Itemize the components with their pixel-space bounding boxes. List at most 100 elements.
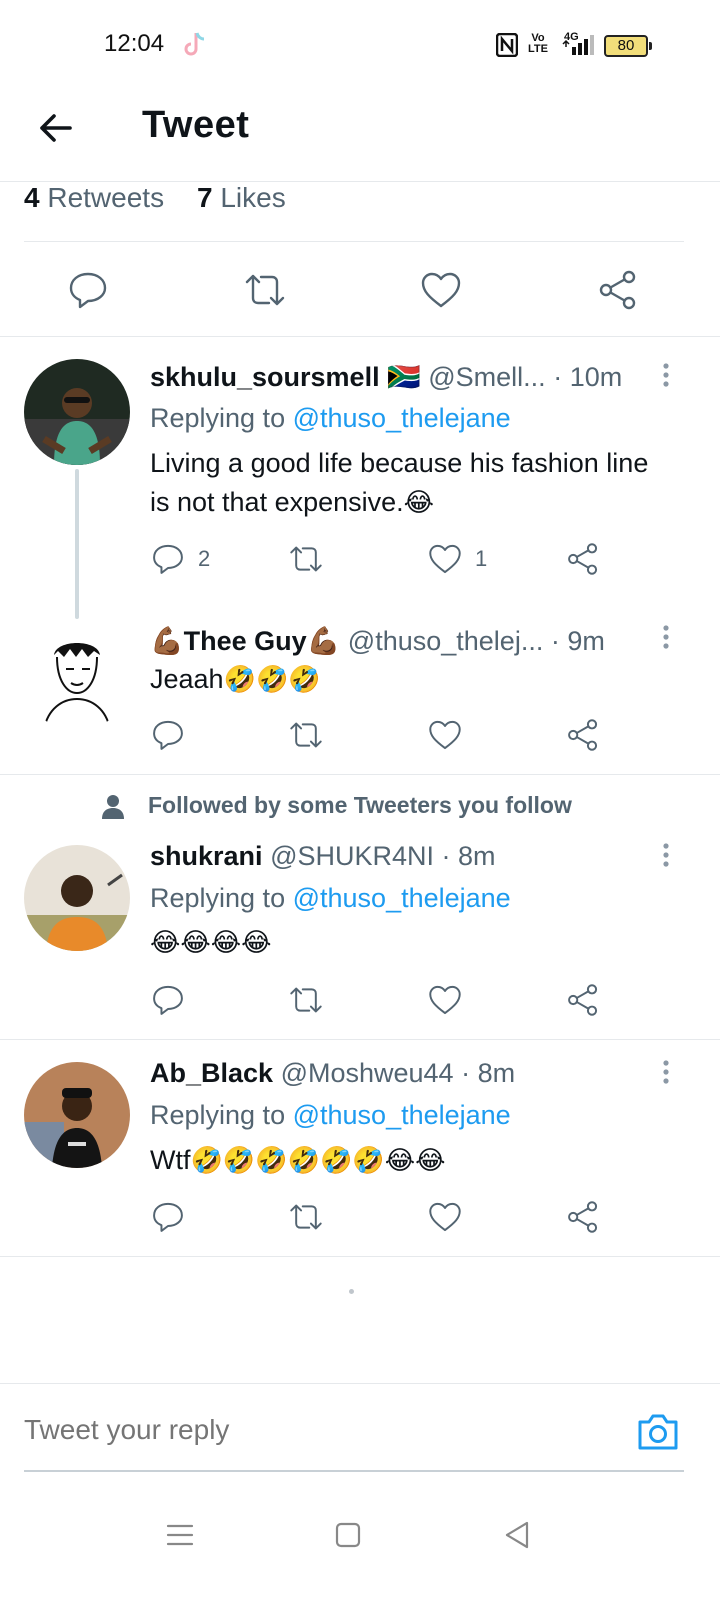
tweet-text: Wtf🤣🤣🤣🤣🤣🤣😂😂 bbox=[150, 1141, 670, 1180]
display-name[interactable]: 💪🏾Thee Guy💪🏾 bbox=[150, 626, 340, 656]
vertical-ellipsis-icon bbox=[663, 1060, 669, 1084]
more-options-button[interactable] bbox=[656, 1058, 676, 1088]
name-emoji: 💪🏾 bbox=[306, 626, 341, 656]
thread-line bbox=[75, 469, 79, 619]
speech-bubble-icon bbox=[153, 1202, 183, 1232]
display-name[interactable]: shukrani bbox=[150, 841, 263, 871]
back-nav-button[interactable] bbox=[492, 1510, 542, 1560]
timestamp: · 10m bbox=[553, 362, 623, 392]
reply-actions bbox=[150, 1197, 630, 1237]
menu-button[interactable] bbox=[155, 1510, 205, 1560]
retweet-button[interactable] bbox=[287, 715, 325, 755]
speech-bubble-icon bbox=[153, 720, 183, 750]
display-name[interactable]: Ab_Black bbox=[150, 1058, 273, 1088]
share-button[interactable] bbox=[596, 268, 640, 312]
timestamp: · 9m bbox=[550, 626, 605, 656]
tweet-text: Jeaah🤣🤣🤣 bbox=[150, 660, 670, 699]
reply-button[interactable] bbox=[150, 1197, 186, 1237]
share-button[interactable] bbox=[565, 539, 601, 579]
likes-stat[interactable]: 7 Likes bbox=[197, 182, 286, 214]
retweet-button[interactable] bbox=[287, 1197, 325, 1237]
replying-to-prefix: Replying to bbox=[150, 883, 286, 913]
status-bar: 12:04 Vo LTE 4G 80 bbox=[0, 0, 720, 90]
retweet-button[interactable] bbox=[287, 539, 325, 579]
tweet-text-body: Jeaah bbox=[150, 664, 224, 694]
mention-link[interactable]: @thuso_thelejane bbox=[293, 1100, 511, 1130]
avatar[interactable] bbox=[24, 845, 130, 951]
retweet-icon bbox=[290, 987, 322, 1013]
avatar[interactable] bbox=[24, 625, 130, 731]
tweet-action-bar bbox=[0, 242, 720, 337]
heart-icon bbox=[429, 720, 461, 750]
tweet-emoji: 🤣🤣🤣 bbox=[223, 664, 321, 694]
retweets-count: 4 bbox=[24, 182, 40, 213]
retweets-stat[interactable]: 4 Retweets bbox=[24, 182, 164, 214]
square-icon bbox=[335, 1522, 361, 1548]
speech-bubble-icon bbox=[69, 272, 107, 309]
menu-lines-icon bbox=[166, 1524, 194, 1546]
reply-button[interactable] bbox=[66, 268, 110, 312]
avatar[interactable] bbox=[24, 359, 130, 465]
share-icon bbox=[568, 984, 598, 1016]
user-handle: @Smell... bbox=[428, 362, 546, 392]
display-name-text: Thee Guy bbox=[183, 626, 307, 656]
retweet-button[interactable] bbox=[243, 268, 287, 312]
share-button[interactable] bbox=[565, 715, 601, 755]
replying-to: Replying to @thuso_thelejane bbox=[150, 1100, 511, 1131]
retweet-button[interactable] bbox=[287, 980, 325, 1020]
heart-icon bbox=[429, 1202, 461, 1232]
likes-label: Likes bbox=[220, 182, 286, 213]
like-button[interactable] bbox=[427, 1197, 463, 1237]
reply-tweet[interactable]: shukrani @SHUKR4NI · 8m Replying to @thu… bbox=[0, 775, 720, 1039]
share-icon bbox=[568, 543, 598, 575]
reply-tweet[interactable]: 💪🏾Thee Guy💪🏾 @thuso_thelej... · 9m Jeaah… bbox=[0, 617, 720, 774]
user-handle: @thuso_thelej... bbox=[347, 626, 544, 656]
home-button[interactable] bbox=[323, 1510, 373, 1560]
avatar[interactable] bbox=[24, 1062, 130, 1168]
reply-button[interactable]: 2 bbox=[150, 539, 210, 579]
share-button[interactable] bbox=[565, 980, 601, 1020]
speech-bubble-icon bbox=[153, 985, 183, 1015]
mention-link[interactable]: @thuso_thelejane bbox=[293, 883, 511, 913]
signal-4g-icon: 4G bbox=[560, 30, 596, 58]
reply-input[interactable] bbox=[24, 1414, 584, 1446]
reply-button[interactable] bbox=[150, 980, 186, 1020]
replying-to: Replying to @thuso_thelejane bbox=[150, 403, 511, 434]
like-button[interactable] bbox=[419, 268, 463, 312]
reply-header: skhulu_soursmell 🇿🇦 @Smell... · 10m bbox=[150, 361, 622, 393]
retweet-icon bbox=[290, 1204, 322, 1230]
reply-button[interactable] bbox=[150, 715, 186, 755]
display-name[interactable]: skhulu_soursmell bbox=[150, 362, 380, 392]
country-flag: 🇿🇦 bbox=[387, 362, 421, 392]
vertical-ellipsis-icon bbox=[663, 843, 669, 867]
mention-link[interactable]: @thuso_thelejane bbox=[293, 403, 511, 433]
reply-tweet[interactable]: skhulu_soursmell 🇿🇦 @Smell... · 10m Repl… bbox=[0, 337, 720, 619]
speech-bubble-icon bbox=[153, 544, 183, 574]
retweets-label: Retweets bbox=[47, 182, 165, 213]
camera-button[interactable] bbox=[636, 1412, 680, 1452]
like-button[interactable]: 1 bbox=[427, 539, 487, 579]
tweet-text-body: Living a good life because his fashion l… bbox=[150, 448, 649, 517]
triangle-back-icon bbox=[505, 1521, 529, 1549]
reply-tweet[interactable]: Ab_Black @Moshweu44 · 8m Replying to @th… bbox=[0, 1040, 720, 1256]
replying-to-prefix: Replying to bbox=[150, 1100, 286, 1130]
share-button[interactable] bbox=[565, 1197, 601, 1237]
back-button[interactable] bbox=[34, 106, 78, 150]
share-icon bbox=[568, 719, 598, 751]
like-button[interactable] bbox=[427, 980, 463, 1020]
reply-actions: 2 1 bbox=[150, 539, 630, 579]
status-time: 12:04 bbox=[104, 30, 165, 57]
more-options-button[interactable] bbox=[656, 361, 676, 391]
tweet-emoji: 🤣🤣🤣🤣🤣🤣😂😂 bbox=[190, 1145, 446, 1175]
share-icon bbox=[568, 1201, 598, 1233]
reply-actions bbox=[150, 980, 630, 1020]
reply-header: 💪🏾Thee Guy💪🏾 @thuso_thelej... · 9m bbox=[150, 625, 605, 657]
loading-indicator bbox=[349, 1289, 354, 1294]
like-button[interactable] bbox=[427, 715, 463, 755]
more-options-button[interactable] bbox=[656, 623, 676, 653]
more-options-button[interactable] bbox=[656, 841, 676, 871]
tweet-emoji: 😂 bbox=[403, 487, 435, 517]
retweet-icon bbox=[245, 274, 285, 306]
user-handle: @SHUKR4NI bbox=[270, 841, 435, 871]
timestamp: · 8m bbox=[461, 1058, 516, 1088]
